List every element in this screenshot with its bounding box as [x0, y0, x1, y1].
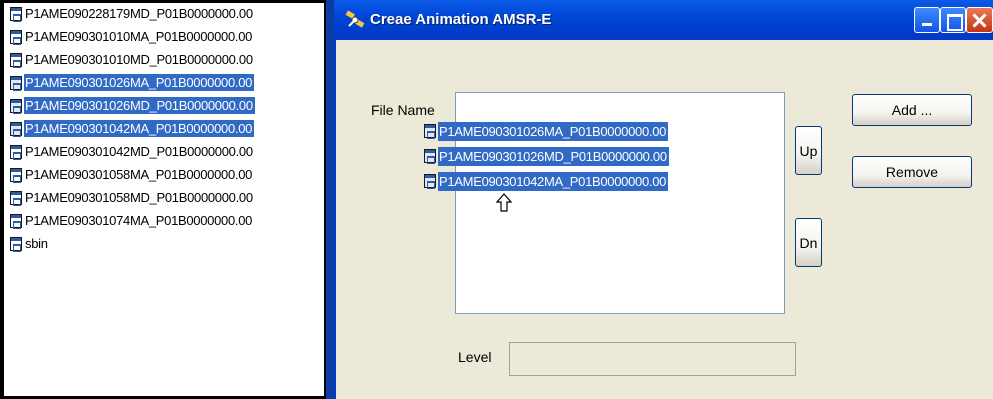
file-list-item[interactable]: P1AME090301010MD_P01B0000000.00: [10, 49, 255, 70]
file-list-item-label: P1AME090301026MA_P01B0000000.00: [24, 74, 255, 91]
file-icon: [10, 144, 22, 160]
file-list-item-label: P1AME090228179MD_P01B0000000.00: [25, 6, 253, 21]
file-list-item[interactable]: P1AME090301042MD_P01B0000000.00: [10, 141, 255, 162]
file-list-item-label: P1AME090301026MD_P01B0000000.00: [24, 97, 255, 114]
file-list-item-label: P1AME090301058MA_P01B0000000.00: [25, 167, 253, 182]
file-list-panel: P1AME090228179MD_P01B0000000.00 P1AME090…: [0, 0, 326, 399]
add-button[interactable]: Add ...: [852, 94, 972, 126]
file-list-item-label: P1AME090301010MA_P01B0000000.00: [25, 29, 253, 44]
title-bar[interactable]: Creae Animation AMSR-E: [334, 0, 993, 40]
move-up-button[interactable]: Up: [795, 126, 822, 175]
file-icon: [10, 167, 22, 183]
file-list-item-selected[interactable]: P1AME090301026MA_P01B0000000.00: [10, 72, 255, 93]
file-list-item-selected[interactable]: P1AME090301026MD_P01B0000000.00: [10, 95, 255, 116]
remove-button-label: Remove: [885, 164, 939, 180]
drag-cursor-icon: [496, 193, 512, 212]
file-list-item[interactable]: P1AME090301058MA_P01B0000000.00: [10, 164, 254, 185]
file-list-item-label: P1AME090301042MD_P01B0000000.00: [25, 144, 253, 159]
file-list-item-label: P1AME090301058MD_P01B0000000.00: [25, 190, 253, 205]
dragged-file-item[interactable]: P1AME090301026MA_P01B0000000.00: [424, 120, 669, 142]
file-icon: [10, 121, 22, 137]
file-list-item-label: sbin: [25, 236, 48, 251]
file-list-item-selected[interactable]: P1AME090301042MA_P01B0000000.00: [10, 118, 255, 139]
remove-button[interactable]: Remove: [852, 156, 972, 188]
dragged-file-item[interactable]: P1AME090301042MA_P01B0000000.00: [424, 170, 669, 192]
maximize-button[interactable]: [940, 7, 966, 33]
file-icon: [10, 6, 22, 22]
file-list-item-label: P1AME090301010MD_P01B0000000.00: [25, 52, 253, 67]
file-list-item[interactable]: P1AME090228179MD_P01B0000000.00: [10, 3, 255, 24]
dragged-file-label: P1AME090301042MA_P01B0000000.00: [438, 171, 669, 191]
file-icon: [10, 190, 22, 206]
file-icon: [10, 52, 22, 68]
file-icon: [424, 149, 436, 164]
move-down-label: Dn: [799, 234, 818, 251]
level-input[interactable]: [509, 342, 796, 376]
close-button[interactable]: [966, 7, 993, 33]
file-icon: [10, 213, 22, 229]
file-name-label: File Name: [371, 102, 435, 118]
dragged-file-label: P1AME090301026MA_P01B0000000.00: [438, 121, 669, 141]
dragged-file-label: P1AME090301026MD_P01B0000000.00: [438, 146, 669, 166]
file-icon: [10, 75, 22, 91]
file-list-item-label: P1AME090301042MA_P01B0000000.00: [24, 120, 255, 137]
dragged-file-item[interactable]: P1AME090301026MD_P01B0000000.00: [424, 145, 669, 167]
file-list-item-label: P1AME090301074MA_P01B0000000.00: [25, 213, 253, 228]
create-animation-dialog: Creae Animation AMSR-E File Name P1AME09…: [334, 0, 993, 399]
file-icon: [10, 29, 22, 45]
file-list-item[interactable]: P1AME090301058MD_P01B0000000.00: [10, 187, 255, 208]
file-icon: [424, 124, 436, 139]
file-list-item[interactable]: sbin: [10, 233, 50, 254]
level-label: Level: [458, 349, 492, 365]
file-icon: [10, 236, 22, 252]
file-icon: [424, 174, 436, 189]
add-button-label: Add ...: [891, 102, 933, 118]
satellite-icon: [345, 10, 365, 28]
minimize-button[interactable]: [914, 7, 940, 33]
move-up-label: Up: [799, 142, 818, 159]
file-icon: [10, 98, 22, 114]
desktop-background: [326, 0, 334, 399]
move-down-button[interactable]: Dn: [795, 218, 822, 267]
file-list-item[interactable]: P1AME090301010MA_P01B0000000.00: [10, 26, 254, 47]
file-list-item[interactable]: P1AME090301074MA_P01B0000000.00: [10, 210, 254, 231]
window-title: Creae Animation AMSR-E: [370, 11, 552, 28]
